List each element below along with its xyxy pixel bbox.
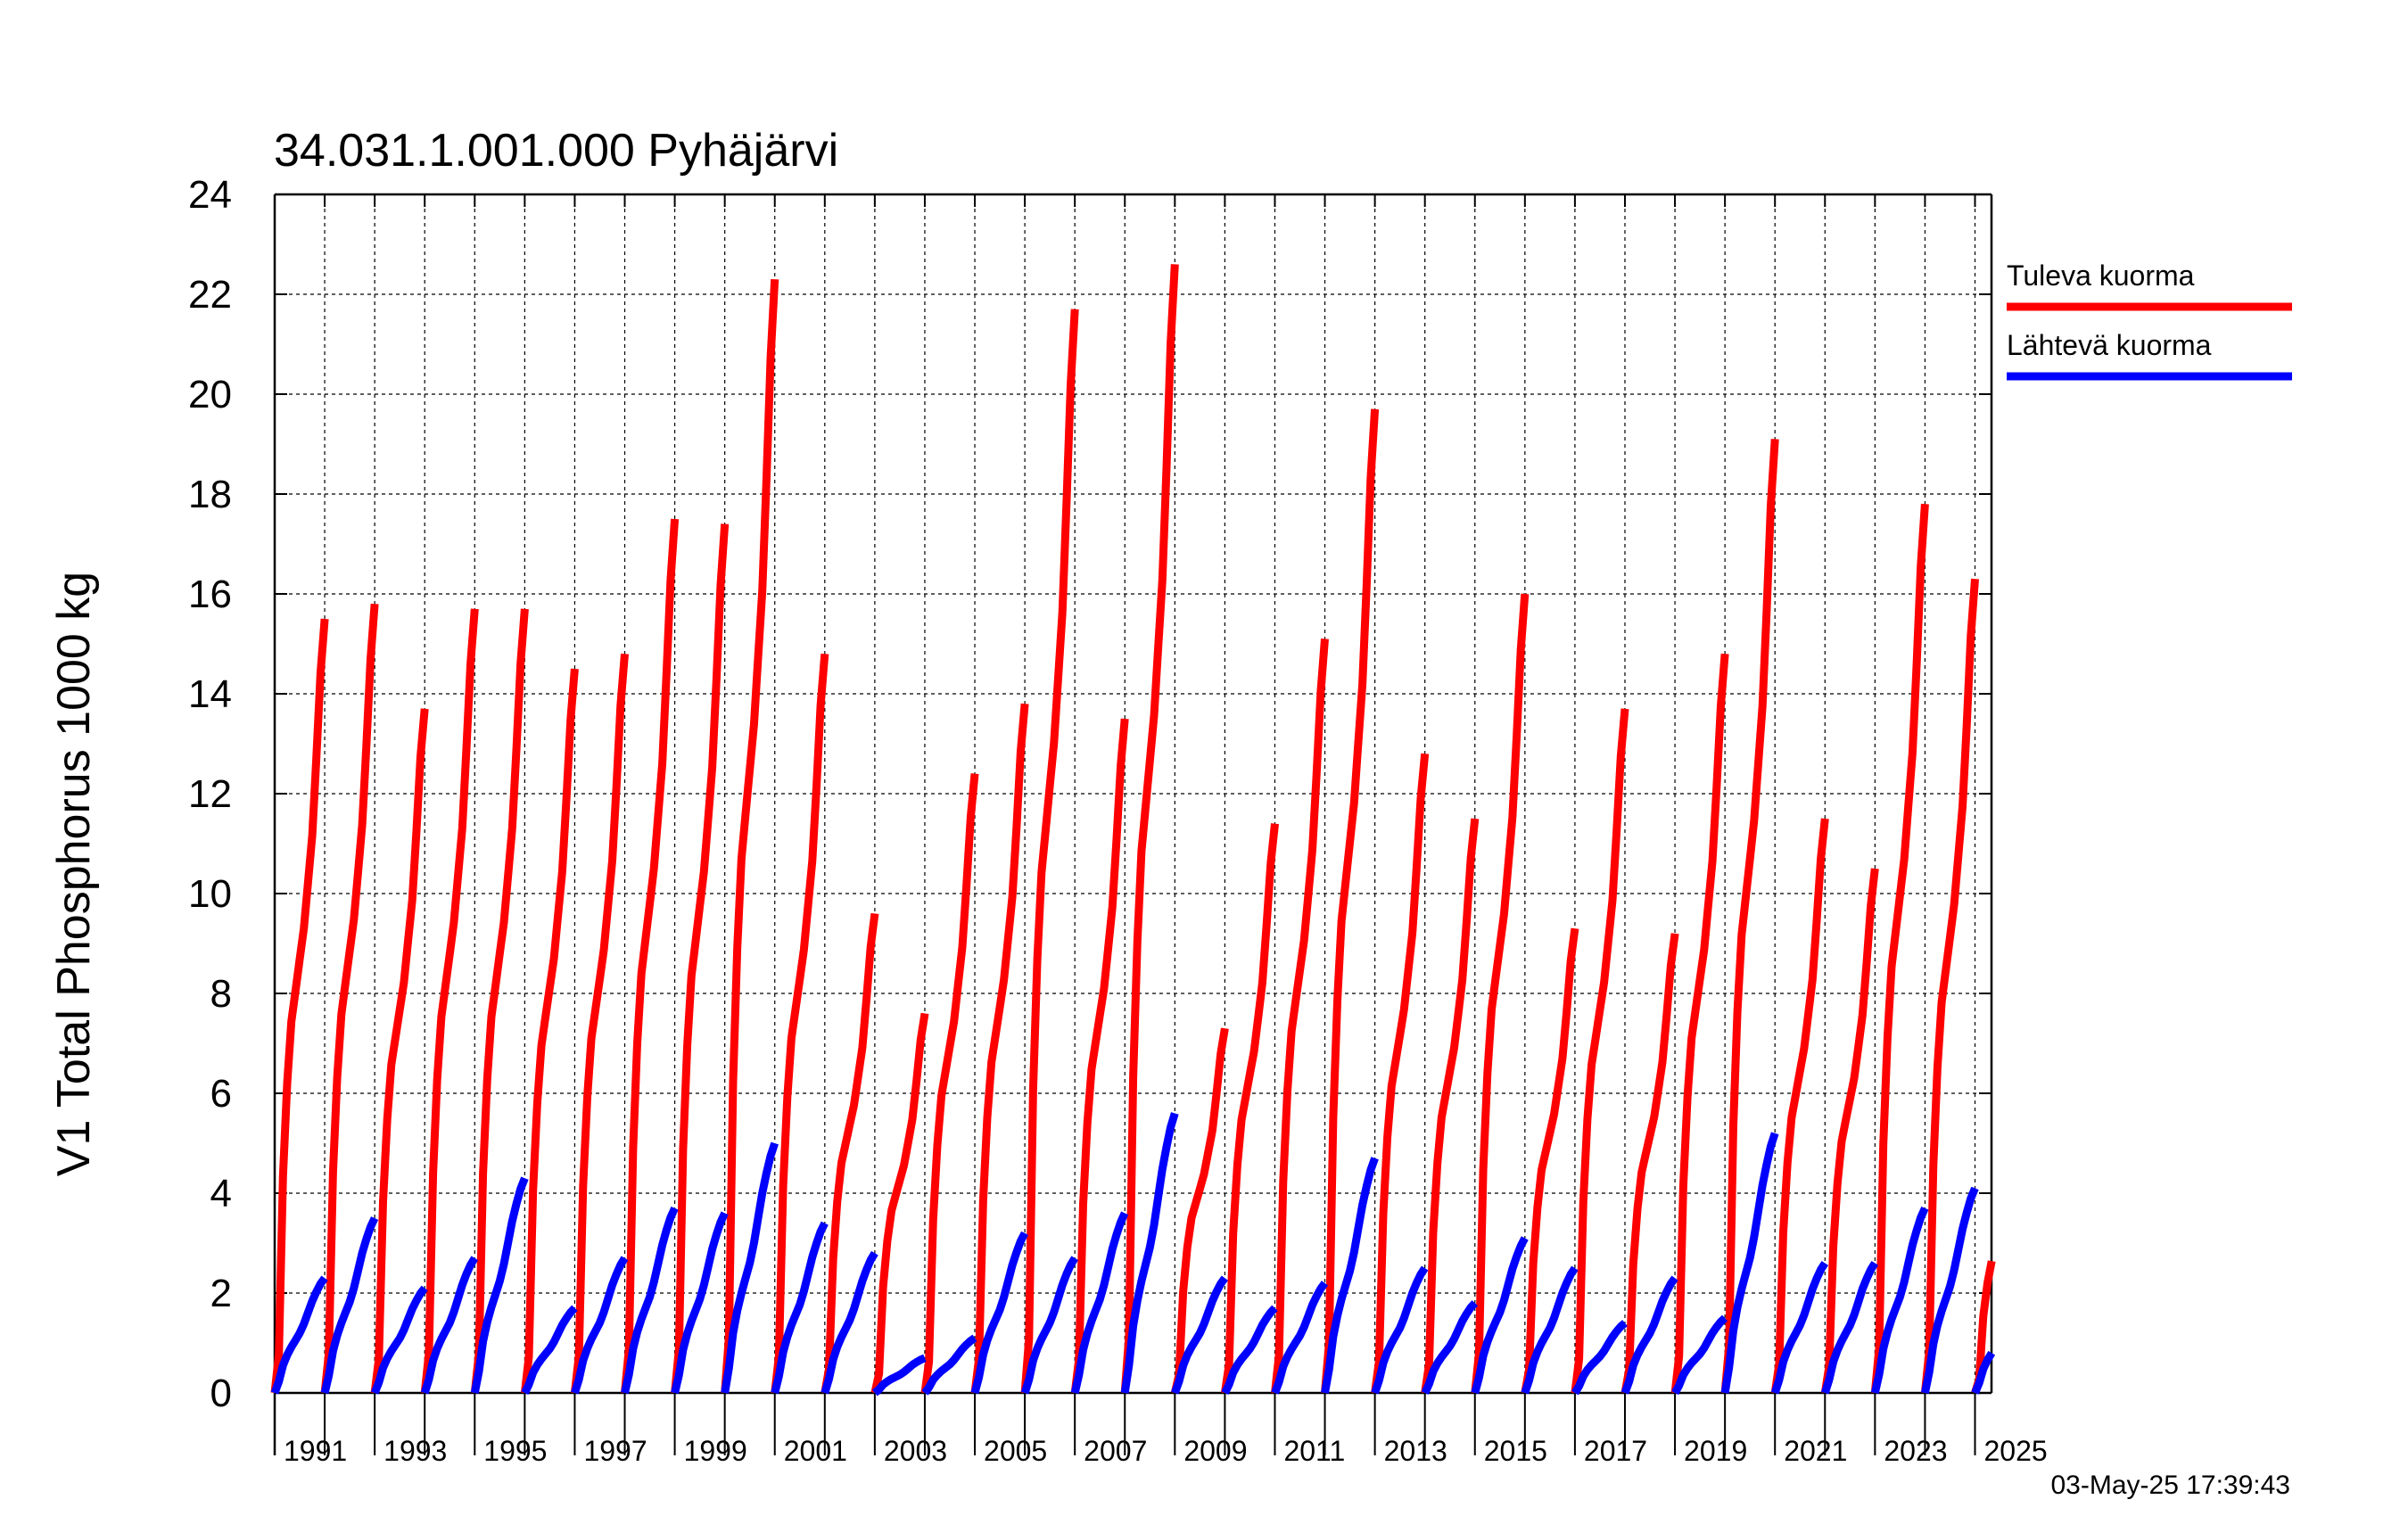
legend: Tuleva kuorma Lähtevä kuorma <box>2007 260 2292 381</box>
y-tick-label: 10 <box>188 872 232 916</box>
annual-curve <box>1220 823 1279 1394</box>
y-tick-label: 2 <box>210 1272 232 1315</box>
annual-curve <box>1371 753 1430 1394</box>
x-tick-label: 2003 <box>884 1435 947 1467</box>
x-tick-label: 1997 <box>583 1435 647 1467</box>
timestamp: 03-May-25 17:39:43 <box>2050 1471 2290 1500</box>
x-tick-label: 1991 <box>284 1435 347 1467</box>
annual-curve <box>1120 264 1179 1394</box>
y-axis-label: V1 Total Phosphorus 1000 kg <box>48 572 100 1176</box>
series-layer <box>270 264 1996 1397</box>
x-tick-label: 2005 <box>984 1435 1047 1467</box>
x-tick-label: 2013 <box>1384 1435 1447 1467</box>
chart: 34.031.1.001.000 Pyhäjärvi V1 Total Phos… <box>48 125 2292 1500</box>
annual-curve <box>671 523 730 1394</box>
chart-title: 34.031.1.001.000 Pyhäjärvi <box>274 125 838 177</box>
y-tick-label: 24 <box>188 173 232 217</box>
x-tick-label: 2001 <box>784 1435 847 1467</box>
annual-curve <box>870 1012 929 1394</box>
y-tick-label: 0 <box>210 1372 232 1415</box>
y-tick-label: 14 <box>188 672 232 716</box>
y-tick-label: 4 <box>210 1172 232 1215</box>
annual-curve <box>320 603 379 1394</box>
legend-label: Lähtevä kuorma <box>2007 329 2212 361</box>
x-tick-label: 2021 <box>1784 1435 1847 1467</box>
annual-curve <box>520 668 579 1394</box>
annual-curve <box>1820 868 1879 1394</box>
annual-curve <box>721 278 779 1394</box>
x-tick-label: 2025 <box>1983 1435 2047 1467</box>
annual-curve <box>1571 708 1629 1394</box>
annual-curve <box>1670 653 1729 1394</box>
y-tick-label: 22 <box>188 273 232 317</box>
y-tick-label: 20 <box>188 373 232 416</box>
legend-label: Tuleva kuorma <box>2007 260 2195 292</box>
annual-curve <box>1271 639 1329 1394</box>
y-tick-label: 6 <box>210 1072 232 1116</box>
y-tick-label: 12 <box>188 772 232 816</box>
series-tuleva-kuorma <box>270 264 1996 1395</box>
y-tick-label: 16 <box>188 573 232 616</box>
x-tick-label: 2019 <box>1684 1435 1747 1467</box>
x-tick-label: 1995 <box>483 1435 547 1467</box>
y-tick-label: 8 <box>210 972 232 1016</box>
annual-curve <box>621 518 680 1394</box>
x-tick-label: 2015 <box>1484 1435 1547 1467</box>
annual-curve <box>370 708 429 1394</box>
x-tick-label: 1993 <box>383 1435 447 1467</box>
x-tick-label: 2007 <box>1084 1435 1147 1467</box>
annual-curve <box>970 703 1029 1394</box>
annual-curve <box>920 773 979 1394</box>
x-tick-label: 2009 <box>1183 1435 1247 1467</box>
x-tick-label: 1999 <box>684 1435 747 1467</box>
annual-curve <box>1020 309 1079 1394</box>
x-tick-label: 2011 <box>1283 1435 1345 1467</box>
x-tick-label: 2023 <box>1884 1435 1947 1467</box>
x-tick-label: 2017 <box>1584 1435 1647 1467</box>
y-tick-label: 18 <box>188 473 232 516</box>
annual-curve <box>1770 818 1829 1394</box>
annual-curve <box>1870 503 1929 1394</box>
annual-curve <box>1321 408 1380 1394</box>
annual-curve <box>270 618 329 1394</box>
annual-curve <box>771 653 829 1394</box>
